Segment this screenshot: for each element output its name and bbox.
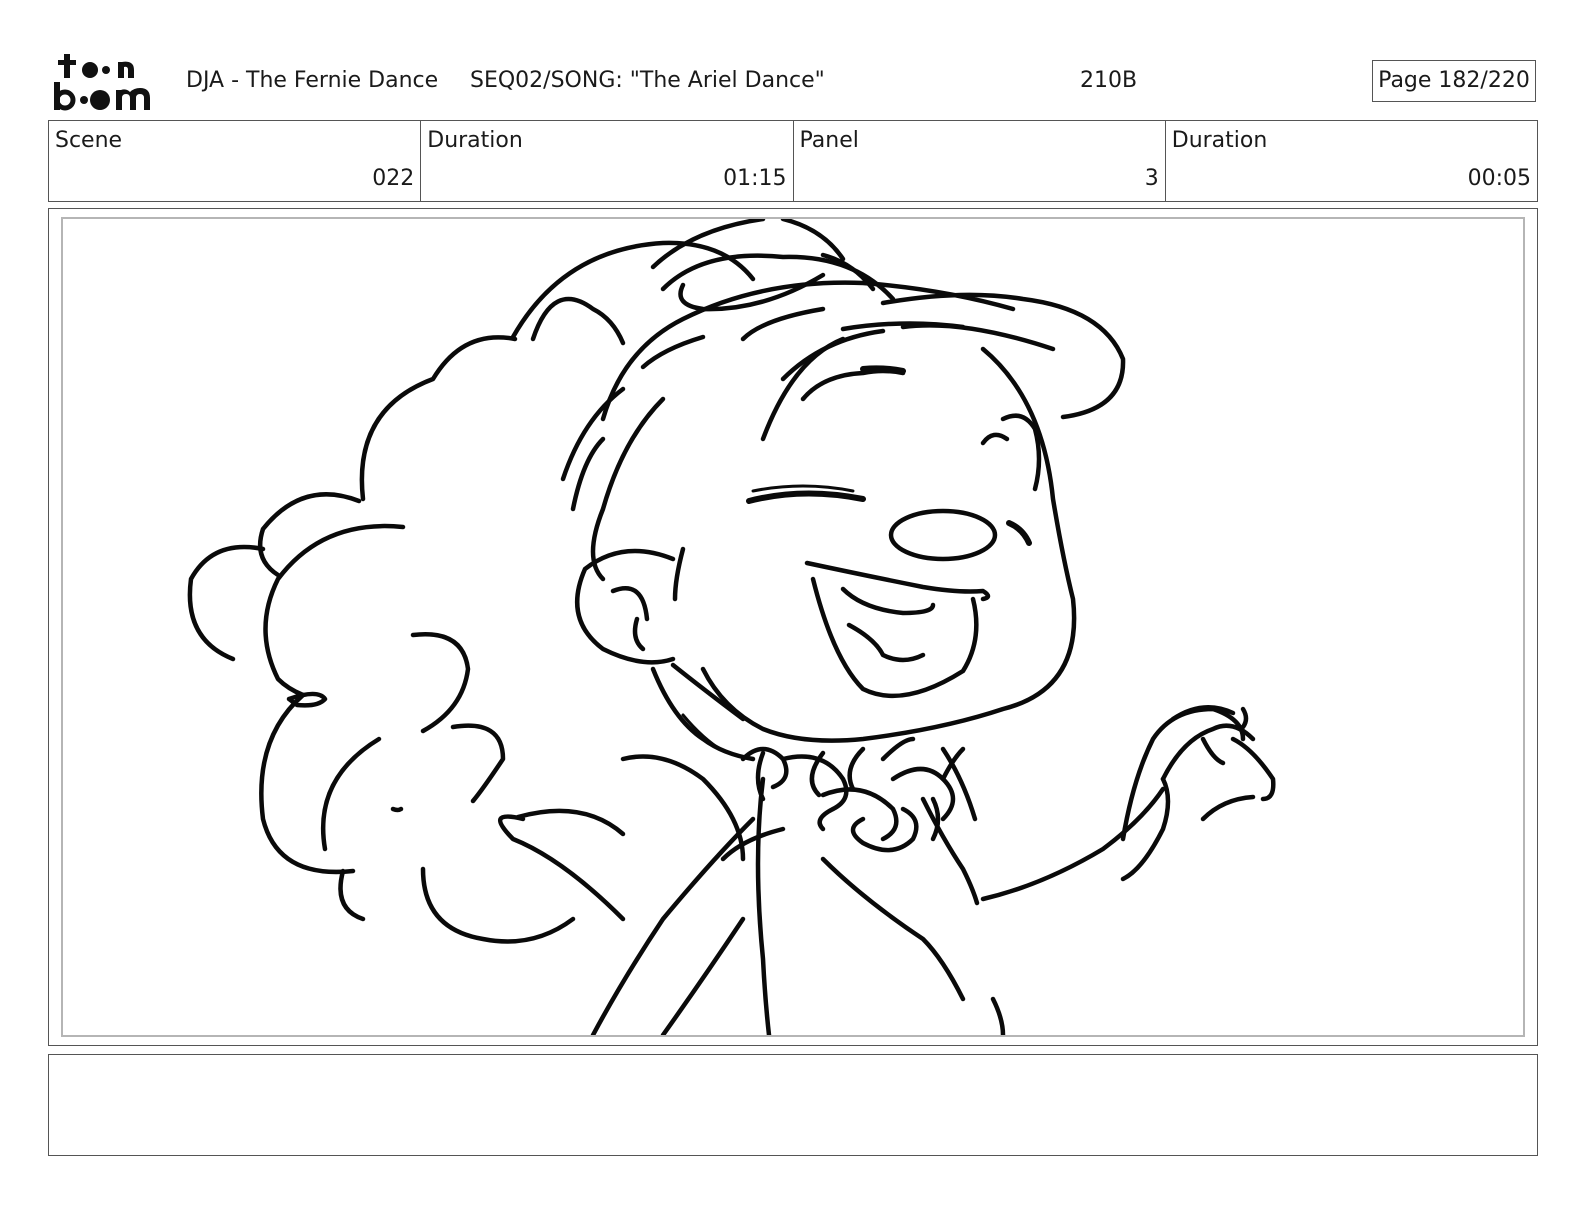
sequence-title: SEQ02/SONG: "The Ariel Dance": [470, 68, 825, 93]
scene-info-row: Scene 022 Duration 01:15 Panel 3 Duratio…: [48, 120, 1538, 202]
scene-label: Scene: [55, 128, 123, 153]
scene-value: 022: [372, 166, 415, 191]
scene-cell: Scene 022: [49, 121, 422, 201]
scene-duration-label: Duration: [427, 128, 523, 153]
panel-label: Panel: [799, 128, 859, 153]
project-title: DJA - The Fernie Dance: [186, 68, 439, 93]
toonboom-logo: [54, 54, 150, 111]
character-sketch: [187, 219, 1276, 1035]
panel-notes-box: [48, 1054, 1538, 1156]
scene-duration-cell: Duration 01:15: [421, 121, 794, 201]
page-indicator: Page 182/220: [1372, 60, 1536, 102]
panel-duration-cell: Duration 00:05: [1166, 121, 1537, 201]
panel-value: 3: [1144, 166, 1159, 191]
panel-code: 210B: [1080, 68, 1138, 93]
panel-image-area: [61, 217, 1525, 1037]
scene-duration-value: 01:15: [723, 166, 787, 191]
storyboard-panel: [48, 208, 1538, 1046]
panel-cell: Panel 3: [794, 121, 1166, 201]
panel-duration-label: Duration: [1171, 128, 1268, 153]
panel-duration-value: 00:05: [1467, 166, 1531, 191]
